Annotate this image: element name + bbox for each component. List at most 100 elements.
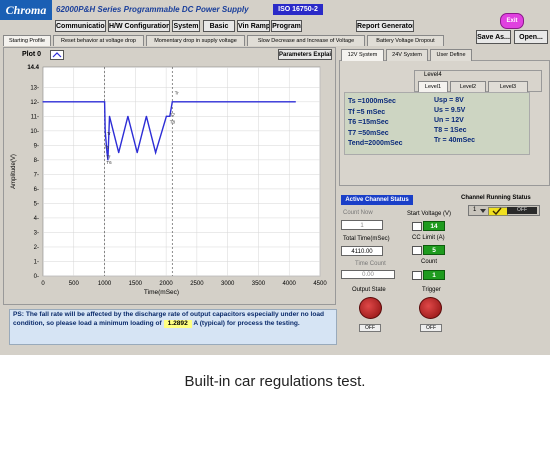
y-tick-label: 8-: [34, 158, 39, 164]
x-tick-label: 4000: [283, 281, 297, 287]
brand-logo: Chroma: [0, 0, 52, 20]
tab-24v-system[interactable]: 24V System: [386, 49, 428, 61]
tab-12v-system[interactable]: 12V System: [341, 49, 384, 61]
total-time-label: Total Time(mSec): [343, 236, 390, 242]
x-tick-label: 3500: [252, 281, 266, 287]
count-now-field: 1: [341, 220, 383, 230]
y-tick-label: 5-: [34, 201, 39, 207]
y-tick-label: 6-: [34, 187, 39, 193]
report-generator-button[interactable]: Report Generator: [356, 20, 414, 32]
x-tick-label: 500: [69, 281, 80, 287]
series-point: [108, 115, 111, 117]
marker-label-0: Tr: [107, 131, 112, 136]
marker-label-4: T7: [170, 112, 176, 117]
tab-starting-profile[interactable]: Starting Profile: [3, 35, 51, 46]
parameters-explain-button[interactable]: Parameters Explain: [278, 49, 332, 60]
exit-button[interactable]: Exit: [500, 13, 524, 29]
note-loading-value: 1.2892: [163, 319, 192, 328]
cc-limit-led: [412, 246, 422, 255]
open-button[interactable]: Open...: [514, 30, 548, 44]
time-count-field: 0.00: [341, 270, 395, 279]
plot-selector[interactable]: [50, 50, 64, 60]
trigger-button[interactable]: [419, 297, 442, 319]
param-left-3: T7 =50mSec: [348, 129, 389, 137]
series-point: [145, 115, 148, 117]
caption: Built-in car regulations test.: [184, 373, 366, 390]
count-led: [412, 271, 422, 280]
tab-user-define[interactable]: User Define: [430, 49, 472, 61]
y-tick-label: 14.4: [27, 65, 39, 71]
y-tick-label: 4-: [34, 216, 39, 222]
tab-level2[interactable]: Level2: [450, 81, 486, 92]
param-left-1: Tf =5 mSec: [348, 108, 386, 116]
plot-selector-label: Plot 0: [22, 51, 42, 58]
menu-program[interactable]: Program: [271, 20, 302, 32]
count-now-label: Count Now: [343, 210, 373, 216]
x-tick-label: 1000: [98, 281, 112, 287]
y-axis-label: Amplitude(V): [11, 154, 17, 189]
tab-level1[interactable]: Level1: [418, 81, 448, 92]
count-label: Count: [421, 259, 438, 265]
x-tick-label: 4500: [313, 281, 327, 287]
chevron-up-icon: [52, 52, 62, 58]
y-tick-label: 2-: [34, 245, 39, 251]
app-window: Chroma 62000P&H Series Programmable DC P…: [0, 0, 550, 355]
series-point: [171, 101, 173, 103]
level-group-title: Level4: [424, 72, 442, 78]
menu-basic[interactable]: Basic: [203, 20, 235, 32]
start-voltage-label: Start Voltage (V): [407, 211, 452, 217]
param-right-4: Tr = 40mSec: [434, 137, 476, 144]
channel-number: 1: [473, 207, 477, 213]
output-state-button[interactable]: [359, 297, 382, 319]
iso-badge: ISO 16750-2: [273, 4, 323, 15]
tab-slow-decrease-and-increase-of-voltage[interactable]: Slow Decrease and Increase of Voltage: [247, 35, 365, 46]
series-point: [103, 101, 106, 103]
param-right-2: Un = 12V: [434, 117, 464, 124]
x-tick-label: 1500: [129, 281, 143, 287]
save-as-button[interactable]: Save As...: [476, 30, 511, 44]
tab-level3[interactable]: Level3: [488, 81, 528, 92]
app-title: 62000P&H Series Programmable DC Power Su…: [56, 5, 249, 14]
param-right-3: T8 = 1Sec: [434, 127, 467, 134]
output-state-label: Output State: [352, 287, 386, 293]
param-right-1: Us = 9.5V: [434, 107, 466, 114]
tab-momentary-drop-in-supply-voltage[interactable]: Momentary drop in supply voltage: [146, 35, 245, 46]
menu-communication[interactable]: Communication: [55, 20, 106, 32]
series-point: [118, 152, 120, 154]
menu-vin-ramp[interactable]: Vin Ramp: [237, 20, 270, 32]
series-point: [136, 152, 138, 154]
x-tick-label: 3000: [221, 281, 235, 287]
channel-running-title: Channel Running Status: [461, 195, 531, 201]
y-tick-label: 1-: [34, 259, 39, 265]
tab-battery-voltage-dropout[interactable]: Battery Voltage Dropout: [367, 35, 444, 46]
start-voltage-indicator: 14: [423, 221, 445, 231]
trigger-label: Trigger: [422, 287, 441, 293]
chevron-down-icon: [480, 209, 486, 213]
y-tick-label: 11-: [31, 114, 39, 120]
param-left-0: Ts =1000mSec: [348, 98, 396, 105]
count-indicator: 1: [423, 270, 445, 280]
x-tick-label: 2000: [159, 281, 173, 287]
output-state-value: OFF: [359, 324, 381, 332]
start-voltage-led: [412, 222, 422, 231]
y-tick-label: 9-: [34, 143, 39, 149]
channel-state: OFF: [507, 207, 537, 214]
series-point: [127, 115, 129, 117]
x-tick-label: 2500: [190, 281, 204, 287]
plot-area: [42, 66, 321, 277]
menu-h-w-configuration[interactable]: H/W Configuration: [108, 20, 170, 32]
tab-reset-behavior-at-voltage-drop[interactable]: Reset behavior at voltage drop: [53, 35, 144, 46]
checkmark-icon: [492, 207, 502, 215]
cc-limit-label: CC Limit (A): [412, 235, 445, 241]
menu-system[interactable]: System: [172, 20, 200, 32]
series-point: [104, 115, 106, 117]
series-point: [165, 115, 168, 117]
total-time-field: 4110.00: [341, 246, 383, 256]
series-point: [104, 130, 106, 132]
active-channel-status-title: Active Channel Status: [341, 195, 413, 205]
x-tick-label: 0: [41, 281, 45, 287]
param-left-4: Tend=2000mSec: [348, 140, 403, 147]
y-tick-label: 7-: [34, 172, 39, 178]
marker-label-1: Ts: [105, 144, 110, 149]
series-point: [42, 101, 44, 103]
